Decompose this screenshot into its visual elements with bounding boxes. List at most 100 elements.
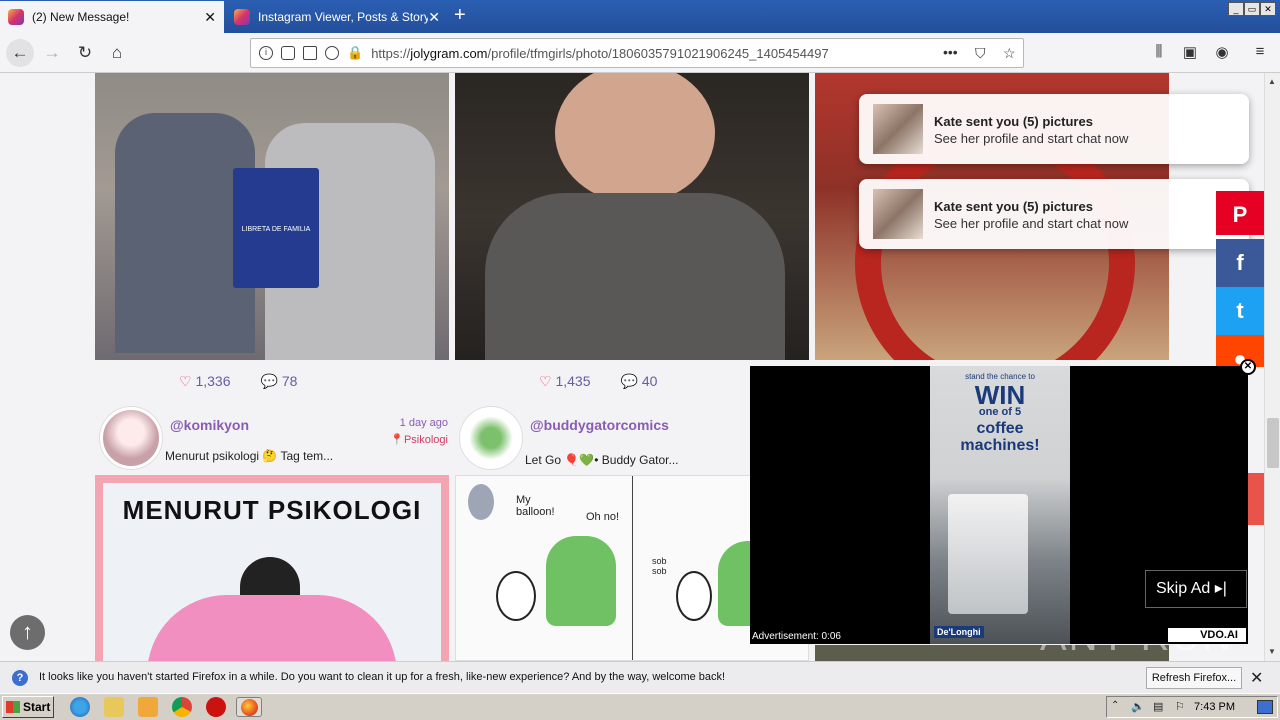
facebook-icon[interactable]: f [1216, 239, 1264, 287]
link-icon[interactable] [325, 46, 339, 60]
notification-thumbnail [873, 189, 923, 239]
firefox-icon [241, 699, 258, 716]
post-stats: ♡ 1,336 💬 78 [179, 373, 297, 390]
chat-notification[interactable]: Kate sent you (5) pictures See her profi… [859, 94, 1249, 164]
chat-notification[interactable]: Kate sent you (5) pictures See her profi… [859, 179, 1249, 249]
panda-shape [496, 571, 536, 621]
tab-close-icon[interactable]: ✕ [428, 9, 440, 25]
likes-count[interactable]: ♡ 1,435 [539, 373, 591, 390]
scroll-top-icon[interactable]: ↑ [10, 615, 45, 650]
ad-close-icon[interactable]: ✕ [1240, 359, 1256, 375]
instagram-favicon-icon [8, 9, 24, 25]
internet-explorer-icon[interactable] [70, 697, 90, 717]
username-link[interactable]: @buddygatorcomics [530, 417, 669, 433]
ad-creative[interactable]: stand the chance to WIN one of 5 coffee … [930, 366, 1070, 644]
flag-icon[interactable]: ⚐ [1175, 700, 1185, 713]
refresh-firefox-button[interactable]: Refresh Firefox... [1146, 667, 1242, 689]
show-desktop-icon[interactable] [1257, 700, 1273, 714]
volume-icon[interactable]: 🔈 [1131, 700, 1145, 713]
menu-icon[interactable]: ≡ [1250, 43, 1270, 63]
tab-new-message[interactable]: (2) New Message! ✕ [0, 1, 224, 33]
scrollbar-thumb[interactable] [1267, 418, 1279, 468]
post-photo-couple[interactable]: LIBRETA DE FAMILIA [95, 73, 449, 360]
family-book: LIBRETA DE FAMILIA [233, 168, 319, 288]
taskbar: Start ⌃ 🔈 ▤ ⚐ 7:43 PM [0, 693, 1280, 720]
account-icon[interactable]: ◉ [1212, 43, 1232, 63]
home-icon[interactable]: ⌂ [103, 39, 131, 67]
forward-icon[interactable]: → [38, 39, 66, 67]
ad-headline: coffee machines! [960, 420, 1040, 454]
notification-title: Kate sent you (5) pictures [934, 114, 1093, 129]
start-label: Start [23, 700, 51, 714]
tab-instagram-viewer[interactable]: Instagram Viewer, Posts & Story ⚙ ✕ [226, 1, 448, 33]
shield-icon[interactable] [281, 46, 295, 60]
tray-expand-icon[interactable]: ⌃ [1111, 700, 1119, 711]
speech-text: Oh no! [586, 511, 620, 523]
opera-icon[interactable] [206, 697, 226, 717]
info-icon[interactable]: i [259, 46, 273, 60]
notification-bar: ? It looks like you haven't started Fire… [0, 661, 1280, 693]
ad-brand: De'Longhi [934, 626, 984, 638]
chrome-icon[interactable] [172, 697, 192, 717]
new-tab-button[interactable]: + [454, 4, 466, 27]
scroll-down-icon[interactable]: ▼ [1268, 647, 1276, 656]
comments-count[interactable]: 💬 78 [261, 373, 298, 390]
notification-thumbnail [873, 104, 923, 154]
pocket-icon[interactable]: ⛉ [975, 45, 986, 62]
image-title: MENURUT PSIKOLOGI [122, 495, 422, 525]
url-text[interactable]: https://jolygram.com/profile/tfmgirls/ph… [371, 46, 829, 61]
permissions-icon[interactable] [303, 46, 317, 60]
ad-network-logo[interactable]: VDO.AI [1168, 628, 1246, 642]
scroll-up-icon[interactable]: ▲ [1268, 77, 1276, 86]
network-icon[interactable]: ▤ [1153, 700, 1163, 713]
tab-title: (2) New Message! [32, 10, 130, 24]
post-caption: Let Go 🎈💚• Buddy Gator... [525, 453, 679, 467]
bookmark-star-icon[interactable]: ☆ [1003, 45, 1016, 62]
navigation-toolbar: ← → ↻ ⌂ i 🔒 https://jolygram.com/profile… [0, 33, 1280, 73]
tab-close-icon[interactable]: ✕ [204, 9, 216, 25]
start-button[interactable]: Start [2, 696, 54, 718]
skip-ad-button[interactable]: Skip Ad ▸| [1145, 570, 1247, 608]
comments-count[interactable]: 💬 40 [621, 373, 658, 390]
minimize-button[interactable]: _ [1228, 2, 1244, 16]
speech-text: My balloon! [516, 494, 555, 518]
likes-count[interactable]: ♡ 1,336 [179, 373, 231, 390]
firefox-taskbar-button[interactable] [236, 697, 262, 717]
coffee-machine-shape [948, 494, 1028, 614]
instagram-favicon-icon [234, 9, 250, 25]
ad-timer-label: Advertisement: 0:06 [752, 631, 841, 642]
vertical-scrollbar[interactable]: ▲ ▼ [1264, 73, 1280, 661]
sidebar-icon[interactable]: ▣ [1180, 43, 1200, 63]
clock[interactable]: 7:43 PM [1194, 701, 1235, 713]
library-icon[interactable]: ⫼ [1149, 43, 1169, 63]
page-actions-icon[interactable]: ••• [943, 44, 958, 60]
avatar[interactable] [100, 407, 162, 469]
question-icon: ? [12, 670, 28, 686]
post-caption: Menurut psikologi 🤔 Tag tem... [165, 449, 334, 463]
notification-close-icon[interactable]: ✕ [1250, 668, 1263, 688]
maximize-button[interactable]: ▭ [1244, 2, 1260, 16]
window-close-button[interactable]: ✕ [1260, 2, 1276, 16]
username-link[interactable]: @komikyon [170, 417, 249, 433]
post-photo-selfie[interactable] [455, 73, 809, 360]
post-stats: ♡ 1,435 💬 40 [539, 373, 657, 390]
face-shape [555, 73, 715, 203]
gator-shape [546, 536, 616, 626]
back-icon[interactable]: ← [6, 39, 34, 67]
post-location[interactable]: 📍Psikologi [380, 433, 448, 446]
pinterest-icon[interactable]: P [1216, 191, 1264, 235]
media-player-icon[interactable] [138, 697, 158, 717]
folder-icon[interactable] [104, 697, 124, 717]
dress-shape [485, 193, 785, 360]
panda-shape [676, 571, 712, 621]
panel-divider [632, 476, 633, 660]
system-tray: ⌃ 🔈 ▤ ⚐ 7:43 PM [1106, 696, 1278, 718]
video-ad[interactable]: stand the chance to WIN one of 5 coffee … [750, 366, 1248, 644]
lock-icon[interactable]: 🔒 [347, 45, 363, 61]
twitter-icon[interactable]: t [1216, 287, 1264, 335]
avatar[interactable] [460, 407, 522, 469]
reload-icon[interactable]: ↻ [71, 39, 99, 67]
address-bar[interactable]: i 🔒 https://jolygram.com/profile/tfmgirl… [250, 38, 1024, 68]
post-photo-menurut[interactable]: MENURUT PSIKOLOGI [95, 475, 449, 661]
tab-title: Instagram Viewer, Posts & Story ⚙ [258, 10, 428, 24]
